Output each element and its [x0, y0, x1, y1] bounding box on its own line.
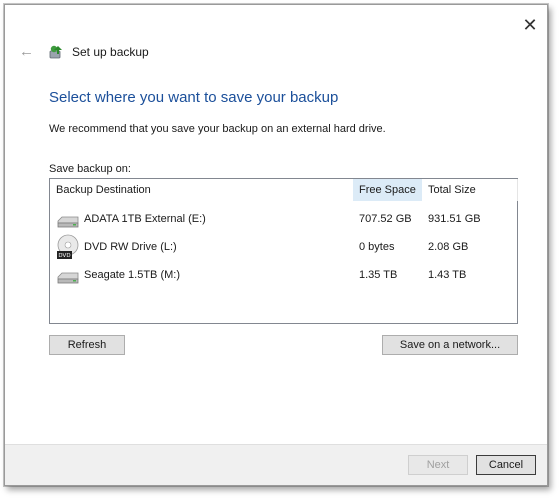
destination-name: ADATA 1TB External (E:): [84, 213, 206, 225]
back-arrow-icon[interactable]: ←: [19, 43, 34, 60]
free-space-value: 707.52 GB: [359, 213, 412, 225]
setup-backup-window: ✕ ← Set up backup Select where you want …: [4, 4, 548, 486]
destination-name: Seagate 1.5TB (M:): [84, 269, 180, 281]
save-backup-on-label: Save backup on:: [49, 163, 131, 175]
page-heading: Select where you want to save your backu…: [49, 89, 339, 106]
destination-list[interactable]: Backup Destination Free Space Total Size…: [49, 178, 518, 324]
free-space-value: 0 bytes: [359, 241, 395, 253]
list-header: Backup Destination Free Space Total Size: [50, 179, 518, 201]
save-on-network-button[interactable]: Save on a network...: [382, 335, 518, 355]
column-separator: [517, 179, 518, 201]
column-header-free-space[interactable]: Free Space: [353, 179, 422, 201]
destination-name: DVD RW Drive (L:): [84, 241, 177, 253]
dvd-icon-label: DVD: [58, 253, 70, 259]
titlebar: ← Set up backup: [19, 43, 149, 60]
column-header-label: Backup Destination: [56, 184, 151, 196]
dvd-drive-icon: DVD: [56, 234, 80, 259]
cancel-button[interactable]: Cancel: [476, 455, 536, 475]
dialog-footer: Next Cancel: [5, 444, 547, 485]
total-size-value: 1.43 TB: [428, 269, 467, 281]
total-size-value: 2.08 GB: [428, 241, 469, 253]
recommendation-text: We recommend that you save your backup o…: [49, 123, 386, 135]
next-button[interactable]: Next: [408, 455, 468, 475]
hard-drive-icon: [56, 209, 80, 231]
hard-drive-icon: [56, 265, 80, 287]
table-row[interactable]: ADATA 1TB External (E:) 707.52 GB 931.51…: [50, 205, 517, 233]
refresh-button[interactable]: Refresh: [49, 335, 125, 355]
close-button[interactable]: ✕: [519, 15, 541, 37]
column-header-label: Total Size: [428, 184, 476, 196]
column-header-total-size[interactable]: Total Size: [422, 179, 518, 201]
table-row[interactable]: DVD DVD RW Drive (L:) 0 bytes 2.08 GB: [50, 233, 517, 261]
column-header-destination[interactable]: Backup Destination: [50, 179, 353, 201]
backup-app-icon: [48, 44, 64, 60]
window-title: Set up backup: [72, 44, 149, 59]
total-size-value: 931.51 GB: [428, 213, 481, 225]
column-header-label: Free Space: [359, 184, 416, 196]
table-row[interactable]: Seagate 1.5TB (M:) 1.35 TB 1.43 TB: [50, 261, 517, 289]
free-space-value: 1.35 TB: [359, 269, 398, 281]
